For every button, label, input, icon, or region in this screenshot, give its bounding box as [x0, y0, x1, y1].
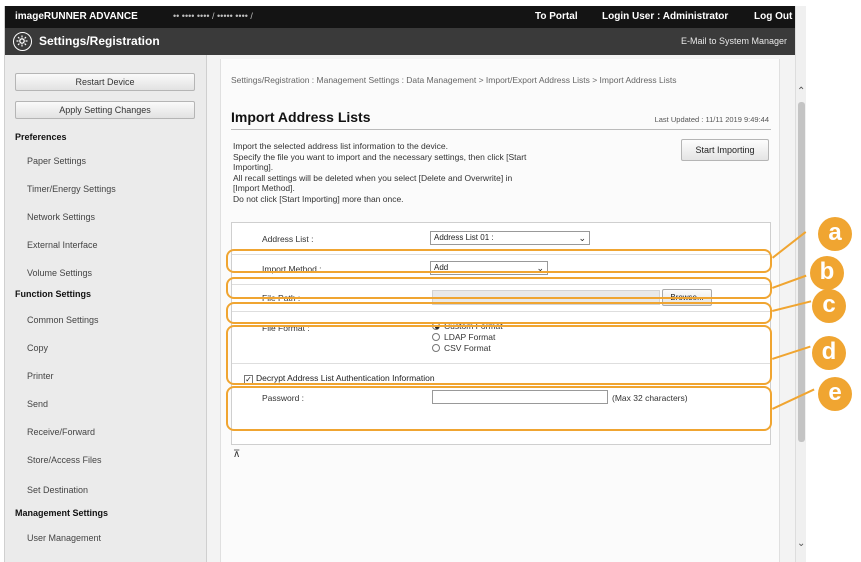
email-system-manager-link[interactable]: E-Mail to System Manager	[681, 36, 787, 46]
sidebar-item-receive-forward[interactable]: Receive/Forward	[27, 427, 95, 437]
start-importing-button[interactable]: Start Importing	[681, 139, 769, 161]
breadcrumb: Settings/Registration : Management Setti…	[231, 75, 677, 85]
header-title: Settings/Registration	[39, 34, 160, 48]
callout-badge-e: e	[818, 377, 852, 411]
address-list-value: Address List 01 :	[434, 233, 494, 242]
sidebar-heading-function-settings: Function Settings	[15, 289, 91, 299]
last-updated-label: Last Updated : 11/11 2019 9:49:44	[654, 115, 769, 124]
scroll-up-icon[interactable]: ⌃	[797, 86, 805, 97]
callout-badge-b: b	[810, 256, 844, 290]
sidebar-heading-management-settings: Management Settings	[15, 508, 109, 518]
description-line: Importing].	[233, 162, 274, 172]
callout-badge-d: d	[812, 336, 846, 370]
scroll-thumb[interactable]	[798, 102, 805, 442]
vertical-scrollbar[interactable]: ⌃ ⌄	[795, 6, 806, 562]
sidebar-item-set-destination[interactable]: Set Destination	[27, 485, 88, 495]
description-line: Import the selected address list informa…	[233, 141, 448, 151]
settings-gear-icon	[13, 32, 32, 51]
top-bar: imageRUNNER ADVANCE •• •••• •••• / •••••…	[5, 6, 795, 28]
to-portal-link[interactable]: To Portal	[535, 11, 578, 22]
sidebar-item-printer[interactable]: Printer	[27, 371, 54, 381]
scroll-down-icon[interactable]: ⌄	[797, 538, 805, 549]
sidebar-item-paper-settings[interactable]: Paper Settings	[27, 156, 86, 166]
callout-frame-e	[226, 386, 772, 431]
callout-frame-c	[226, 302, 772, 324]
callout-badge-a: a	[818, 217, 852, 251]
address-list-label: Address List :	[262, 234, 314, 244]
sidebar-item-store-access-files[interactable]: Store/Access Files	[27, 455, 102, 465]
sidebar: Restart Device Apply Setting Changes Pre…	[5, 55, 207, 562]
address-path: •• •••• •••• / ••••• •••• /	[173, 11, 253, 21]
sidebar-item-common-settings[interactable]: Common Settings	[27, 315, 99, 325]
title-divider	[231, 129, 771, 130]
log-out-link[interactable]: Log Out	[754, 11, 792, 22]
callout-frame-b	[226, 277, 772, 299]
description-line: All recall settings will be deleted when…	[233, 172, 513, 183]
sidebar-item-timer-energy[interactable]: Timer/Energy Settings	[27, 184, 116, 194]
chevron-down-icon: ⌄	[578, 233, 586, 243]
description-line: [Import Method].	[233, 183, 295, 193]
callout-badge-c: c	[812, 289, 846, 323]
description-line: Specify the file you want to import and …	[233, 151, 527, 162]
sidebar-item-copy[interactable]: Copy	[27, 343, 48, 353]
callout-frame-d	[226, 325, 772, 385]
sidebar-item-network-settings[interactable]: Network Settings	[27, 212, 95, 222]
description-line: Do not click [Start Importing] more than…	[233, 193, 404, 204]
sidebar-item-send[interactable]: Send	[27, 399, 48, 409]
back-to-top-icon[interactable]: ⊼	[233, 449, 240, 460]
sidebar-item-volume-settings[interactable]: Volume Settings	[27, 268, 92, 278]
sidebar-item-external-interface[interactable]: External Interface	[27, 240, 98, 250]
brand-name: imageRUNNER ADVANCE	[15, 11, 138, 22]
page-title: Import Address Lists	[231, 109, 371, 125]
settings-header: Settings/Registration E-Mail to System M…	[5, 28, 795, 55]
apply-setting-changes-button[interactable]: Apply Setting Changes	[15, 101, 195, 119]
restart-device-button[interactable]: Restart Device	[15, 73, 195, 91]
sidebar-item-user-management[interactable]: User Management	[27, 533, 101, 543]
sidebar-heading-preferences: Preferences	[15, 132, 67, 142]
login-user-label: Login User : Administrator	[602, 11, 729, 22]
callout-frame-a	[226, 249, 772, 273]
address-list-select[interactable]: Address List 01 : ⌄	[430, 231, 590, 245]
